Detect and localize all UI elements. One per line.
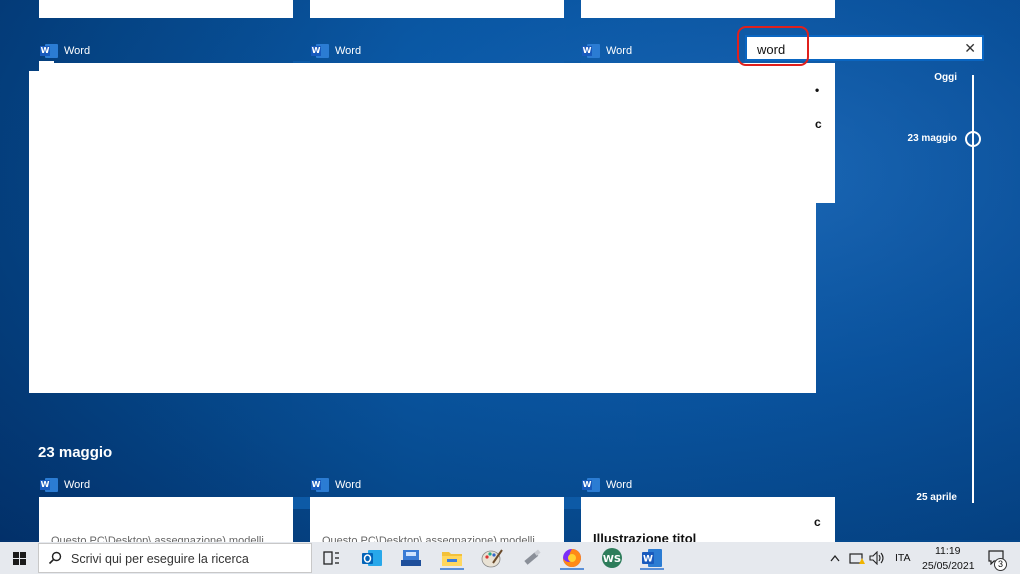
card-tab — [564, 497, 581, 509]
word-icon[interactable]: W — [640, 546, 664, 570]
timeline-label-today[interactable]: Oggi — [877, 72, 957, 83]
word-icon: W — [582, 478, 600, 492]
network-warning-icon[interactable] — [848, 546, 866, 570]
scan-icon[interactable] — [399, 546, 423, 570]
card-app-name: Word — [335, 479, 362, 491]
card-app-name: Word — [64, 479, 91, 491]
activity-card[interactable]: Questo PC\Desktop\ assegnazione) modelli — [39, 497, 293, 547]
clock-time[interactable]: 11:19 — [935, 545, 961, 557]
windows-logo-icon — [12, 551, 26, 565]
clock-date[interactable]: 25/05/2021 — [922, 560, 975, 572]
annotation-highlight-ring — [737, 26, 809, 66]
card-app-label: W Word — [311, 43, 361, 59]
word-icon: W — [40, 44, 58, 58]
card-app-name: Word — [606, 45, 633, 57]
card-app-name: Word — [64, 45, 91, 57]
activity-card[interactable]: Questo PC\Desktop\ assegnazione) modelli — [310, 497, 564, 547]
running-indicator — [560, 568, 584, 570]
card-app-name: Word — [335, 45, 362, 57]
top-card-3-preview[interactable] — [581, 0, 835, 18]
word-icon: W — [582, 44, 600, 58]
notification-count-badge: 3 — [994, 558, 1007, 571]
usb-tool-icon[interactable] — [520, 546, 544, 570]
svg-text:WS: WS — [603, 554, 621, 565]
card-tab — [293, 497, 310, 509]
word-icon: W — [311, 44, 329, 58]
timeline-position-marker[interactable] — [965, 131, 981, 147]
outlook-icon[interactable] — [360, 546, 384, 570]
partial-text-glyph: • — [815, 83, 820, 97]
card-app-label: W Word — [582, 477, 632, 493]
card-app-label: W Word — [582, 43, 632, 59]
partial-text-glyph: c — [815, 117, 822, 131]
running-indicator — [440, 568, 464, 570]
card-app-label: W Word — [40, 43, 90, 59]
ws-app-icon[interactable]: WS — [600, 546, 624, 570]
volume-icon[interactable] — [868, 546, 886, 570]
taskbar: Scrivi qui per eseguire la ricerca WS W — [0, 542, 1020, 574]
section-date-heading: 23 maggio — [38, 444, 113, 461]
start-button[interactable] — [0, 542, 38, 574]
running-indicator — [640, 568, 664, 570]
language-indicator[interactable]: ITA — [895, 552, 911, 564]
firefox-icon[interactable] — [560, 546, 584, 570]
word-icon: W — [40, 478, 58, 492]
chevron-up-icon[interactable] — [828, 546, 842, 570]
card-app-name: Word — [606, 479, 633, 491]
activity-card[interactable]: Illustrazione titol c — [581, 497, 835, 546]
taskbar-search-box[interactable]: Scrivi qui per eseguire la ricerca — [38, 543, 312, 573]
task-view-icon[interactable] — [320, 546, 344, 570]
timeline-label-date[interactable]: 25 aprile — [877, 492, 957, 503]
taskbar-search-placeholder: Scrivi qui per eseguire la ricerca — [71, 552, 249, 566]
close-icon[interactable]: ✕ — [964, 40, 976, 58]
card-app-label: W Word — [40, 477, 90, 493]
paint-icon[interactable] — [480, 546, 504, 570]
svg-text:W: W — [643, 555, 653, 565]
top-card-1-preview[interactable] — [39, 0, 293, 18]
card-app-label: W Word — [311, 477, 361, 493]
expanded-document-preview[interactable] — [29, 71, 816, 393]
timeline-label-date[interactable]: 23 maggio — [877, 133, 957, 144]
partial-text-glyph: c — [814, 515, 821, 529]
top-card-2-preview[interactable] — [310, 0, 564, 18]
search-icon — [48, 551, 62, 565]
file-explorer-icon[interactable] — [440, 546, 464, 570]
word-icon: W — [311, 478, 329, 492]
